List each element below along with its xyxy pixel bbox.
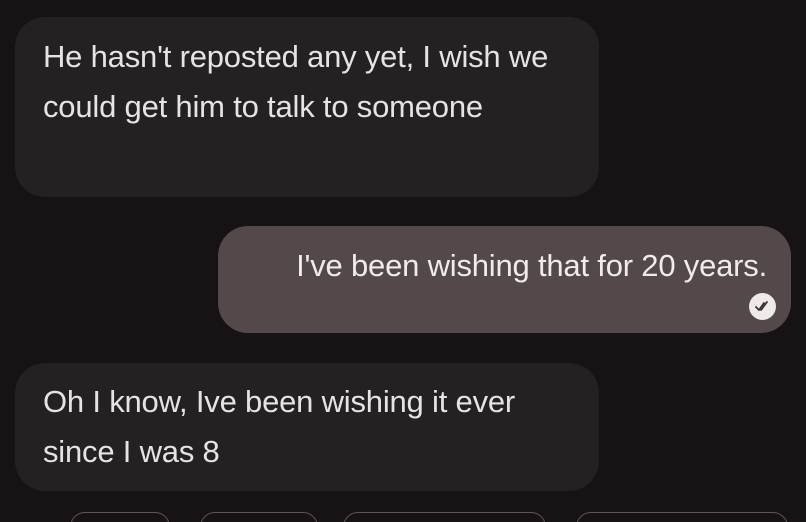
double-check-icon xyxy=(749,293,776,320)
suggestion-chips xyxy=(0,512,806,522)
incoming-message-bubble[interactable]: Oh I know, Ive been wishing it ever sinc… xyxy=(15,363,599,491)
outgoing-message-bubble[interactable]: I've been wishing that for 20 years. xyxy=(218,226,791,333)
suggestion-chip[interactable] xyxy=(70,512,170,522)
message-text: Oh I know, Ive been wishing it ever sinc… xyxy=(43,384,516,469)
suggestion-chip[interactable] xyxy=(576,512,788,522)
suggestion-chip[interactable] xyxy=(200,512,318,522)
message-text: He hasn't reposted any yet, I wish we co… xyxy=(43,39,549,124)
message-thread: He hasn't reposted any yet, I wish we co… xyxy=(0,0,806,522)
incoming-message-bubble[interactable]: He hasn't reposted any yet, I wish we co… xyxy=(15,17,599,197)
suggestion-chip[interactable] xyxy=(343,512,546,522)
message-text: I've been wishing that for 20 years. xyxy=(296,248,767,283)
